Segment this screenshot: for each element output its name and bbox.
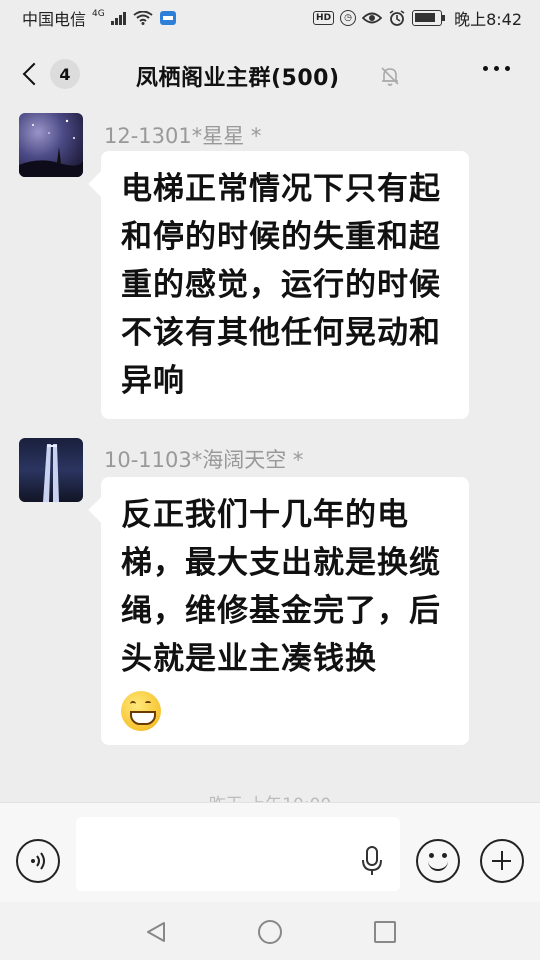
vibrate-icon: [388, 10, 406, 26]
app-notification-icon: [159, 10, 177, 26]
battery-icon: [412, 10, 446, 26]
time-label: 晚上8:42: [454, 10, 522, 29]
more-icon-dot: [483, 66, 488, 71]
more-icon-dot: [505, 66, 510, 71]
avatar[interactable]: [19, 438, 83, 502]
nav-recent-icon[interactable]: [374, 921, 396, 943]
message-text: 电梯正常情况下只有起和停的时候的失重和超重的感觉，运行的时候不该有其他任何晃动和…: [121, 171, 441, 399]
wifi-icon: [133, 11, 153, 25]
voice-icon: [31, 852, 45, 870]
eye-icon: [362, 11, 383, 25]
chat-header: 4 凤栖阁业主群(500): [0, 44, 540, 104]
nav-back-icon[interactable]: [144, 920, 168, 948]
avatar[interactable]: [19, 113, 83, 177]
more-icon-dot: [494, 66, 499, 71]
input-bar: [0, 802, 540, 902]
sender-name: 12-1301*星星 *: [104, 124, 262, 148]
back-button[interactable]: 4: [18, 58, 88, 90]
message-bubble[interactable]: 反正我们十几年的电梯，最大支出就是换缆绳，维修基金完了，后头就是业主凑钱换: [101, 477, 469, 745]
voice-button[interactable]: [16, 839, 60, 883]
chevron-left-icon: [22, 62, 46, 86]
status-bar: 中国电信 4G HD ◷ 晚上8:42: [0, 0, 540, 36]
mic-icon[interactable]: [360, 845, 384, 881]
bell-off-icon: [378, 64, 402, 92]
system-nav-bar: [0, 902, 540, 960]
unread-count-badge: 4: [50, 59, 80, 89]
emoji-button[interactable]: [416, 839, 460, 883]
hd-icon: HD: [313, 11, 335, 25]
message-text: 反正我们十几年的电梯，最大支出就是换缆绳，维修基金完了，后头就是业主凑钱换: [121, 497, 441, 677]
carrier-label: 中国电信: [22, 10, 87, 29]
grinning-face-icon: [121, 690, 161, 731]
message-input[interactable]: [76, 817, 400, 891]
emoji-icon: [428, 861, 448, 871]
signal-icon: [110, 11, 127, 25]
message-bubble[interactable]: 电梯正常情况下只有起和停的时候的失重和超重的感觉，运行的时候不该有其他任何晃动和…: [101, 151, 469, 419]
network-label: 4G: [92, 9, 105, 19]
plus-button[interactable]: [480, 839, 524, 883]
sender-name: 10-1103*海阔天空 *: [104, 448, 304, 472]
nav-home-icon[interactable]: [258, 920, 282, 944]
alarm-icon: ◷: [340, 10, 357, 26]
more-button[interactable]: [483, 66, 510, 71]
chat-title: 凤栖阁业主群(500): [136, 66, 340, 91]
